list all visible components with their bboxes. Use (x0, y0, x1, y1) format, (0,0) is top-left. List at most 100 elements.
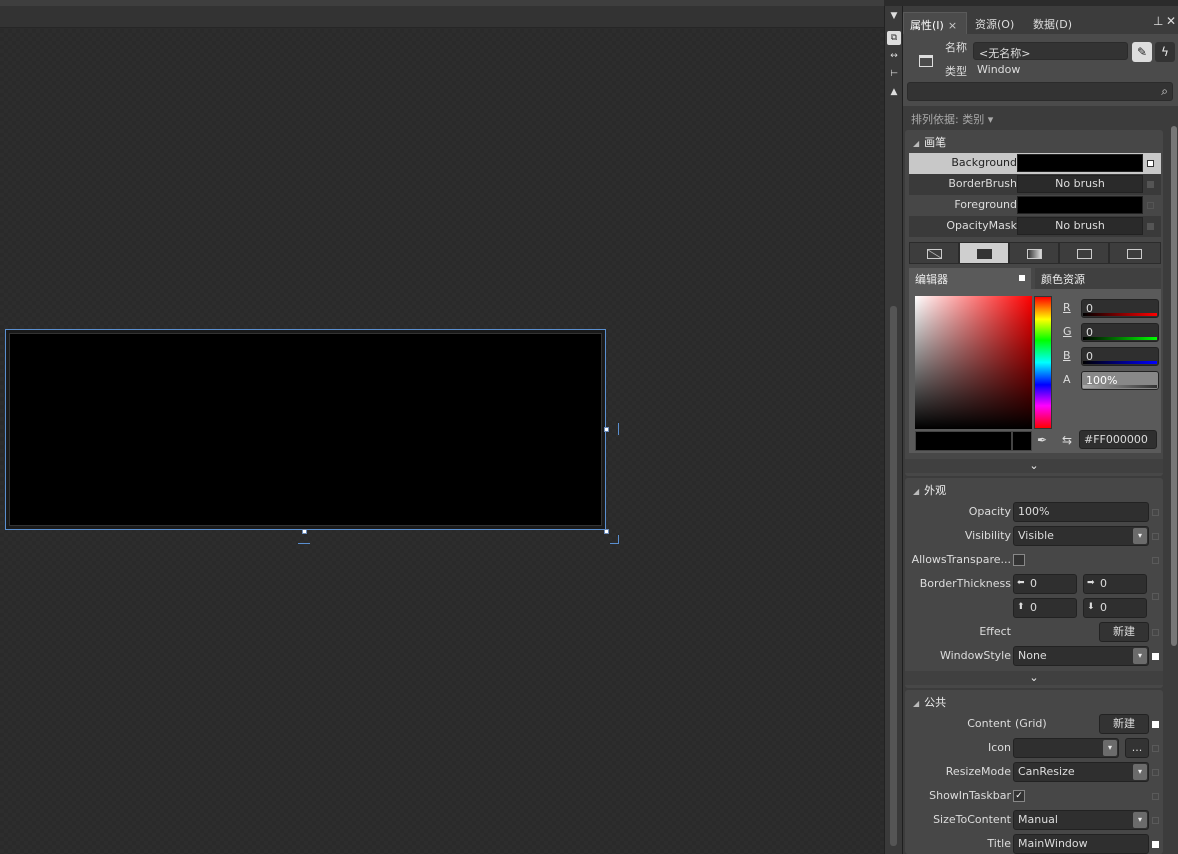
brush-swatch[interactable]: No brush (1017, 175, 1143, 193)
advanced-marker[interactable] (1152, 653, 1159, 660)
properties-scroll-track[interactable] (1170, 126, 1178, 854)
advanced-marker[interactable] (1147, 202, 1154, 209)
advanced-marker[interactable] (1152, 721, 1159, 728)
search-input[interactable]: ⌕ (907, 82, 1173, 101)
chevron-down-icon[interactable]: ▾ (1133, 528, 1147, 544)
chevron-down-icon[interactable]: ▾ (1133, 764, 1147, 780)
wrench-icon[interactable]: ✎ (1132, 42, 1152, 62)
tab-label: 属性(I) (910, 19, 944, 32)
tab-properties[interactable]: 属性(I) × (903, 12, 967, 34)
pin-icon[interactable]: ⊥ (1153, 14, 1163, 28)
resizemode-combo[interactable]: CanResize ▾ (1013, 762, 1149, 782)
advanced-marker[interactable] (1152, 769, 1159, 776)
width-icon[interactable]: ⊢ (887, 67, 901, 81)
name-input[interactable]: <无名称> (973, 42, 1128, 60)
brush-swatch[interactable]: No brush (1017, 217, 1143, 235)
b-slider-bar[interactable] (1083, 361, 1157, 364)
expand-horizontal-icon[interactable]: ↔ (887, 49, 901, 63)
advanced-marker[interactable] (1147, 160, 1154, 167)
sizetocontent-combo[interactable]: Manual ▾ (1013, 810, 1149, 830)
tab-editor[interactable]: 编辑器 (909, 268, 1031, 289)
gradient-brush-tab[interactable] (1009, 242, 1059, 264)
icon-combo[interactable]: ▾ (1013, 738, 1119, 758)
brush-type-tabs (909, 242, 1161, 264)
advanced-marker[interactable] (1152, 593, 1159, 600)
scroll-up-icon[interactable]: ▲ (887, 85, 901, 99)
window-element[interactable] (5, 329, 606, 530)
border-bottom-input[interactable]: ⬇ 0 (1083, 598, 1147, 618)
solid-brush-tab[interactable] (959, 242, 1009, 264)
expand-chevron-icon[interactable]: ⌄ (905, 671, 1163, 685)
resource-brush-tab[interactable] (1109, 242, 1161, 264)
properties-scroll-thumb[interactable] (1171, 126, 1177, 646)
panel-close-icon[interactable]: ✕ (1166, 14, 1176, 28)
content-new-button[interactable]: 新建 (1099, 714, 1149, 734)
tab-resources[interactable]: 资源(O) (969, 12, 1020, 34)
common-section-title[interactable]: ◢ 公共 (913, 694, 946, 710)
a-slider-bar[interactable] (1083, 385, 1157, 388)
hue-slider[interactable] (1034, 296, 1052, 429)
close-icon[interactable]: × (948, 19, 957, 32)
visibility-combo[interactable]: Visible ▾ (1013, 526, 1149, 546)
prop-label: WindowStyle (939, 649, 1011, 662)
search-icon[interactable]: ⌕ (1161, 84, 1168, 99)
g-slider-bar[interactable] (1083, 337, 1157, 340)
brush-row-background[interactable]: Background (909, 153, 1161, 174)
expand-chevron-icon[interactable]: ⌄ (905, 459, 1163, 473)
brush-section-title[interactable]: ◢ 画笔 (913, 134, 946, 150)
r-slider-bar[interactable] (1083, 313, 1157, 316)
no-brush-tab[interactable] (909, 242, 959, 264)
tile-brush-tab[interactable] (1059, 242, 1109, 264)
title-input[interactable]: MainWindow (1013, 834, 1149, 854)
advanced-marker[interactable] (1152, 841, 1159, 848)
advanced-marker[interactable] (1147, 181, 1154, 188)
border-top-input[interactable]: ⬆ 0 (1013, 598, 1077, 618)
hex-input[interactable]: #FF000000 (1079, 430, 1157, 449)
allows-transparency-checkbox[interactable] (1013, 554, 1025, 566)
opacity-input[interactable]: 100% (1013, 502, 1149, 522)
effect-new-button[interactable]: 新建 (1099, 622, 1149, 642)
g-input[interactable]: 0 (1081, 323, 1159, 342)
show-in-taskbar-checkbox[interactable]: ✓ (1013, 790, 1025, 802)
tab-data[interactable]: 数据(D) (1027, 12, 1078, 34)
advanced-marker[interactable] (1152, 817, 1159, 824)
r-input[interactable]: 0 (1081, 299, 1159, 318)
advanced-marker[interactable] (1152, 533, 1159, 540)
chevron-down-icon[interactable]: ▾ (1133, 812, 1147, 828)
color-gradient-picker[interactable] (915, 296, 1032, 429)
sort-selector[interactable]: 排列依据: 类别 ▾ (903, 106, 1178, 128)
resize-handle-right[interactable] (604, 427, 609, 432)
icon-browse-button[interactable]: ... (1125, 738, 1149, 758)
eyedropper-icon[interactable]: ✒ (1037, 433, 1047, 447)
advanced-marker[interactable] (1152, 629, 1159, 636)
appearance-section-title[interactable]: ◢ 外观 (913, 482, 946, 498)
advanced-marker[interactable] (1152, 509, 1159, 516)
artboard-toggle-icon[interactable]: ⧉ (887, 31, 901, 45)
artboard-canvas[interactable] (0, 29, 884, 854)
advanced-marker[interactable] (1152, 745, 1159, 752)
border-right-input[interactable]: ➡ 0 (1083, 574, 1147, 594)
chevron-down-icon[interactable]: ▾ (1133, 648, 1147, 664)
b-input[interactable]: 0 (1081, 347, 1159, 366)
border-left-input[interactable]: ⬅ 0 (1013, 574, 1077, 594)
resize-handle-bottom[interactable] (302, 529, 307, 534)
lightning-icon[interactable]: ϟ (1155, 42, 1175, 62)
windowstyle-combo[interactable]: None ▾ (1013, 646, 1149, 666)
brush-row-borderbrush[interactable]: BorderBrush No brush (909, 174, 1161, 195)
brush-swatch[interactable] (1017, 196, 1143, 214)
brush-swatch[interactable] (1017, 154, 1143, 172)
brush-row-foreground[interactable]: Foreground (909, 195, 1161, 216)
a-input[interactable]: 100% (1081, 371, 1159, 390)
advanced-marker[interactable] (1152, 557, 1159, 564)
swap-icon[interactable]: ⇆ (1062, 433, 1072, 447)
dropdown-icon[interactable]: ▼ (887, 9, 901, 23)
tab-color-resources[interactable]: 颜色资源 (1035, 268, 1161, 289)
chevron-down-icon[interactable]: ▾ (1103, 740, 1117, 756)
vertical-scrollbar-thumb[interactable] (890, 306, 897, 846)
advanced-marker[interactable] (1147, 223, 1154, 230)
window-content-area[interactable] (9, 333, 602, 526)
brush-row-opacitymask[interactable]: OpacityMask No brush (909, 216, 1161, 237)
arrow-right-icon: ➡ (1087, 578, 1095, 588)
advanced-marker[interactable] (1152, 793, 1159, 800)
resize-handle-corner[interactable] (604, 529, 609, 534)
